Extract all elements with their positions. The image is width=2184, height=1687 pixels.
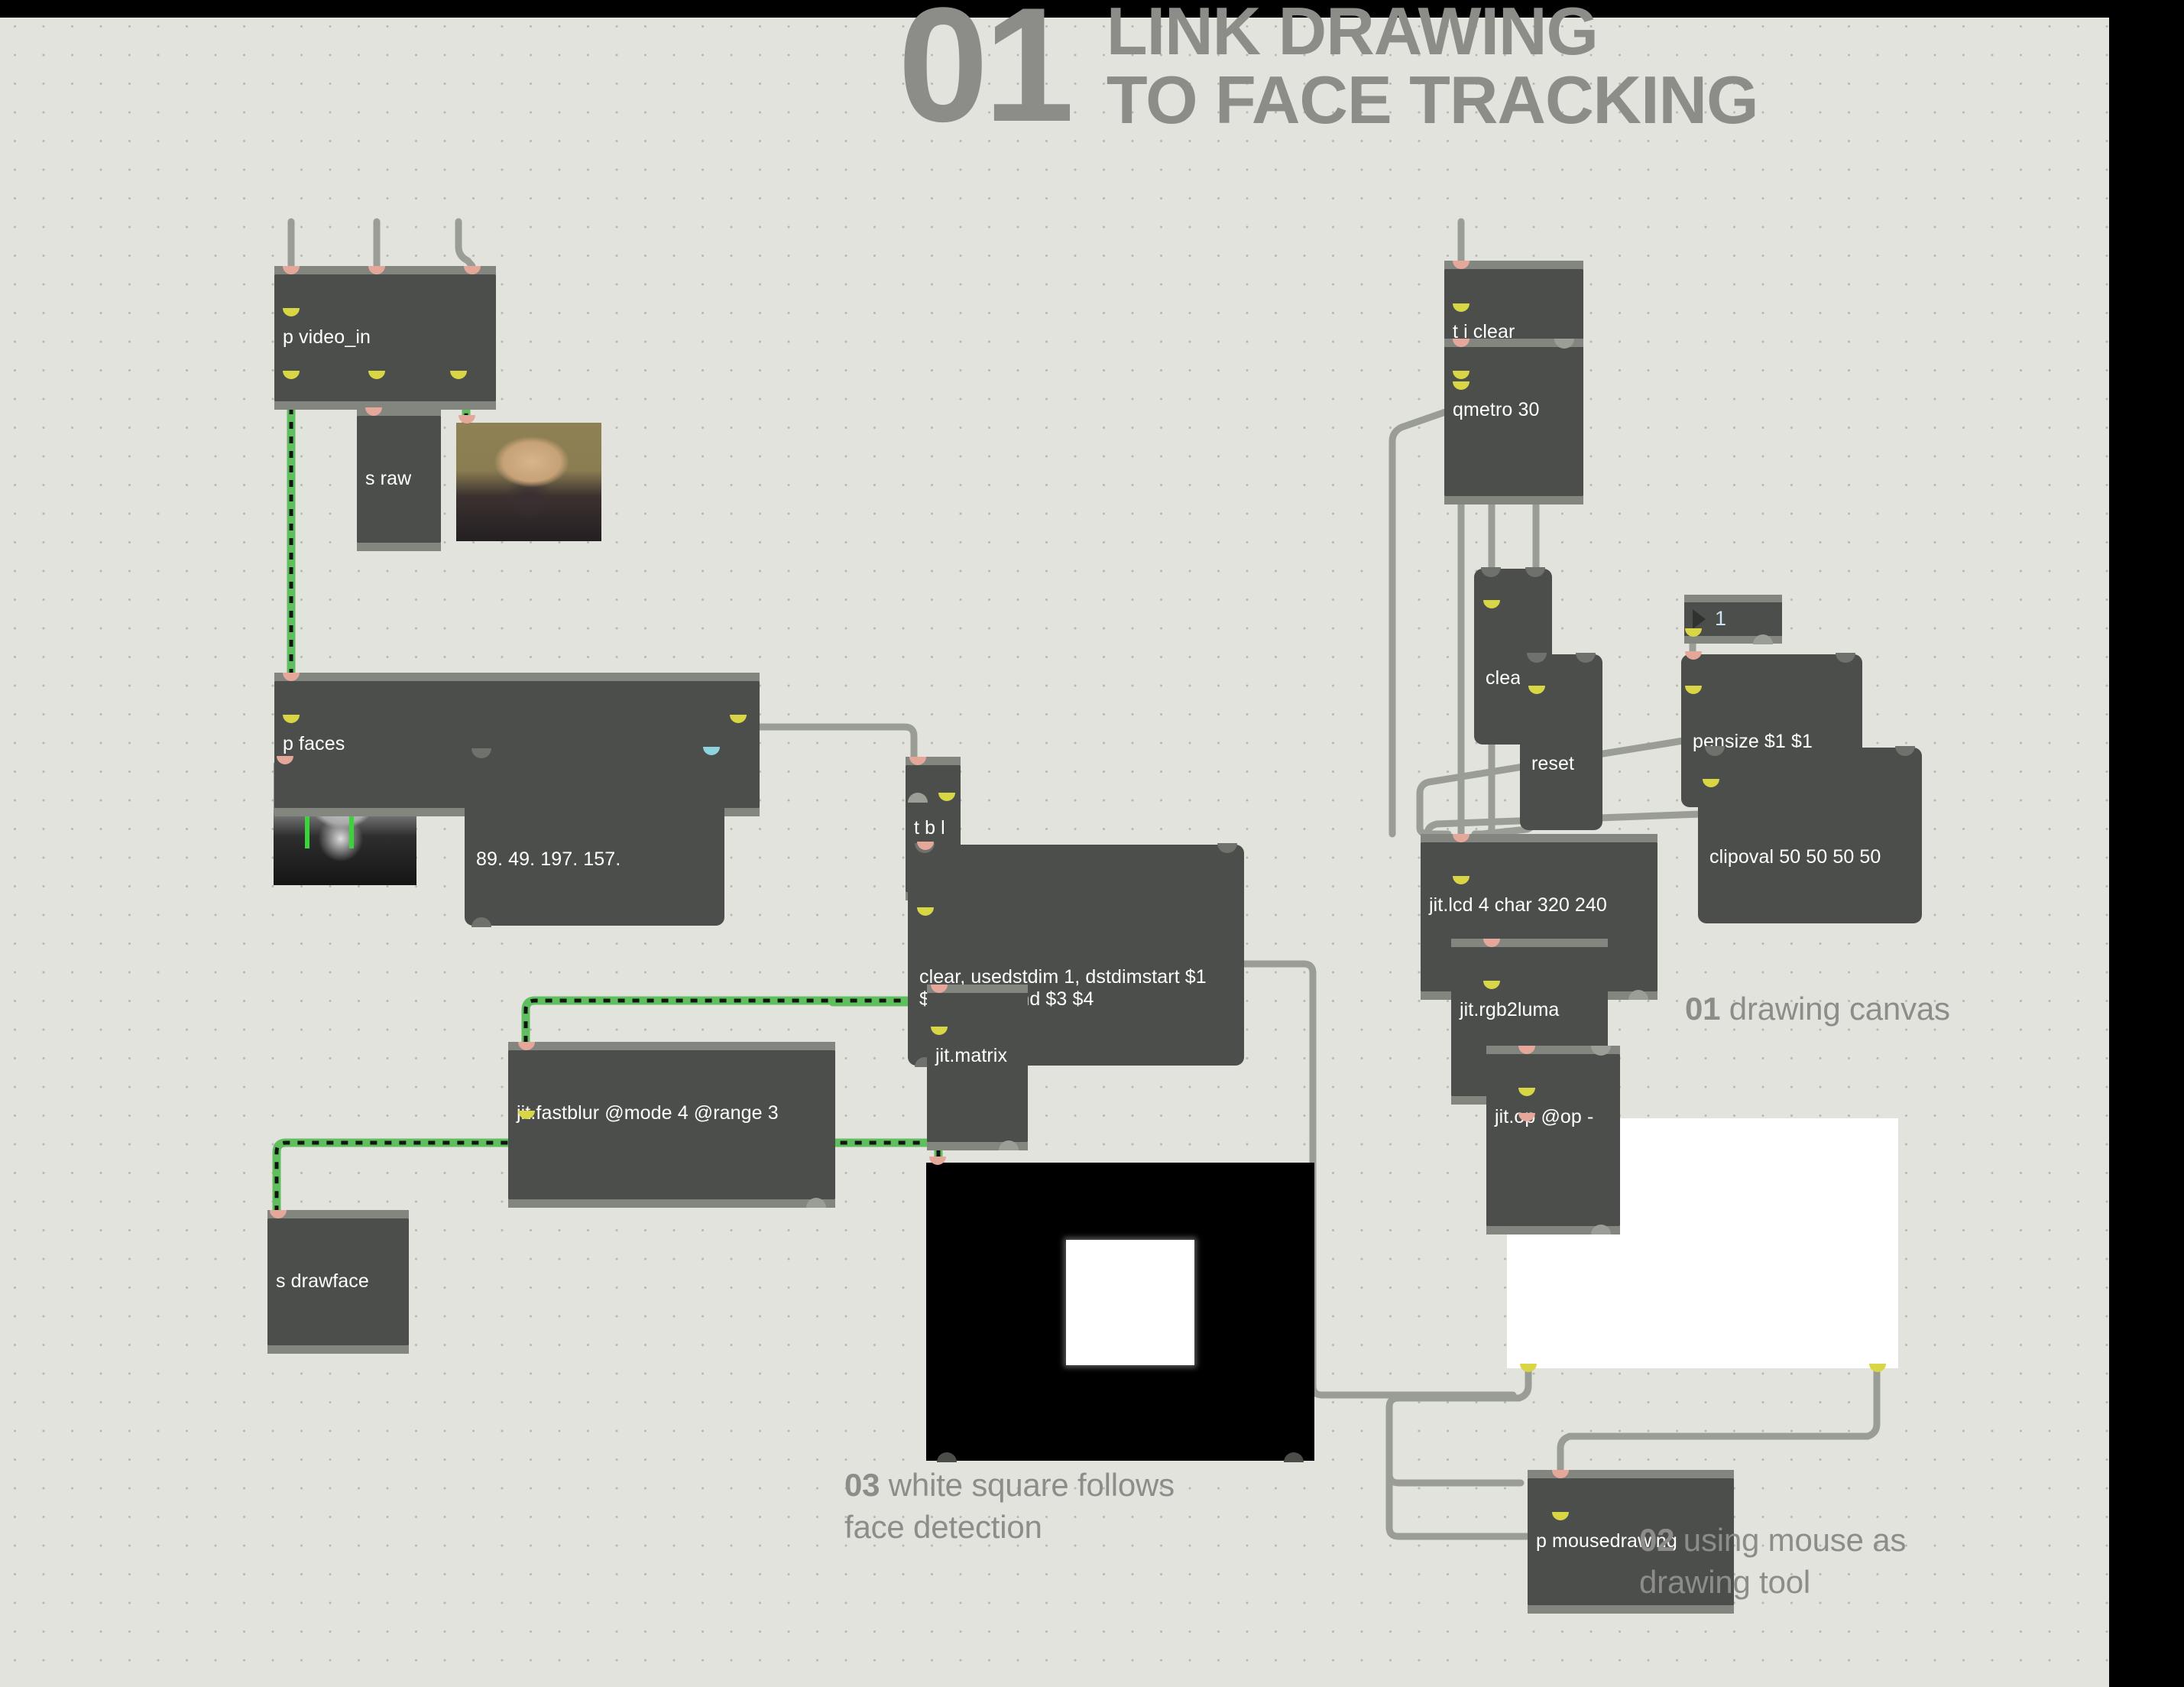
message-reset-label: reset [1531, 753, 1575, 774]
object-jit-matrix-label: jit.matrix [935, 1045, 1008, 1066]
annotation-03-text-line1: white square follows [880, 1467, 1175, 1503]
object-jit-fastblur-label: jit.fastblur @mode 4 @range 3 [517, 1102, 779, 1124]
object-s-raw-label: s raw [365, 468, 412, 489]
object-qmetro-label: qmetro 30 [1453, 399, 1540, 420]
max-patcher-window: .ctl{fill:none;stroke:#9a9d96;stroke-wid… [0, 0, 2184, 1687]
webcam-color-preview[interactable] [456, 423, 601, 541]
object-p-video-in-label: p video_in [283, 326, 371, 348]
message-face-coords-label: 89. 49. 197. 157. [476, 848, 621, 870]
object-s-drawface[interactable]: s drawface [267, 1210, 409, 1353]
message-nub-top-right [1217, 843, 1237, 853]
object-jit-op-label: jit.op @op - [1495, 1106, 1594, 1127]
object-jit-fastblur[interactable]: jit.fastblur @mode 4 @range 3 [508, 1042, 835, 1208]
annotation-03-text-line2: face detection [844, 1508, 1042, 1545]
jit-op-nub-bottom-right [1591, 1224, 1611, 1234]
annotation-03-number: 03 [844, 1467, 880, 1503]
message-nub-top-left [1527, 653, 1547, 663]
annotation-02-text-line2: drawing tool [1639, 1563, 1811, 1600]
object-p-video-in[interactable]: p video_in [274, 266, 496, 409]
annotation-01-drawing-canvas: 01 drawing canvas [1685, 988, 1950, 1030]
jit-fastblur-nub-bottom-right [806, 1198, 826, 1208]
annotation-02-number: 02 [1639, 1522, 1675, 1558]
message-nub-top-left [1705, 746, 1725, 756]
annotation-01-text: drawing canvas [1720, 991, 1950, 1027]
annotation-01-number: 01 [1685, 991, 1721, 1027]
qmetro-nub-top-right [1554, 339, 1574, 349]
message-nub-bottom-left [471, 916, 491, 927]
face-mask-nub-br [1284, 1452, 1304, 1462]
object-qmetro[interactable]: qmetro 30 [1444, 339, 1583, 504]
number-box-triangle-icon [1693, 609, 1706, 629]
white-square-marker [1065, 1240, 1194, 1366]
annotation-02-text-line1: using mouse as [1674, 1522, 1907, 1558]
annotation-02-mouse-tool: 02 using mouse as drawing tool [1639, 1520, 1906, 1603]
annotation-03-face-detection: 03 white square follows face detection [844, 1465, 1175, 1548]
patcher-canvas[interactable]: .ctl{fill:none;stroke:#9a9d96;stroke-wid… [0, 18, 2109, 1687]
message-nub-top-right [1525, 567, 1545, 577]
number-box-nub-bottom-right [1753, 634, 1773, 644]
object-s-drawface-label: s drawface [276, 1270, 369, 1292]
message-clipoval[interactable]: clipoval 50 50 50 50 [1698, 746, 1922, 923]
object-jit-op[interactable]: jit.op @op - [1486, 1046, 1620, 1234]
object-jit-lcd-label: jit.lcd 4 char 320 240 [1429, 894, 1607, 916]
jit-lcd-nub-bottom-right [1628, 990, 1648, 1000]
jit-matrix-nub-bottom-right [999, 1140, 1019, 1150]
object-jit-matrix[interactable]: jit.matrix [927, 985, 1028, 1150]
face-mask-nub-bl [937, 1452, 957, 1462]
face-mask-output[interactable] [926, 1163, 1314, 1462]
message-nub-top-right [1576, 653, 1596, 663]
message-reset[interactable]: reset [1520, 653, 1602, 830]
message-clipoval-label: clipoval 50 50 50 50 [1709, 846, 1881, 868]
object-jit-rgb2luma-label: jit.rgb2luma [1460, 999, 1560, 1020]
pensize-number-value: 1 [1715, 606, 1727, 630]
message-nub-top-left [1481, 567, 1501, 577]
object-s-raw[interactable]: s raw [357, 407, 441, 550]
message-nub-top-right [1895, 746, 1915, 756]
message-nub-top-left [471, 748, 491, 758]
jit-op-nub-top-right [1591, 1046, 1611, 1056]
message-face-coords[interactable]: 89. 49. 197. 157. [465, 748, 724, 927]
message-nub-top-right [1836, 653, 1855, 663]
